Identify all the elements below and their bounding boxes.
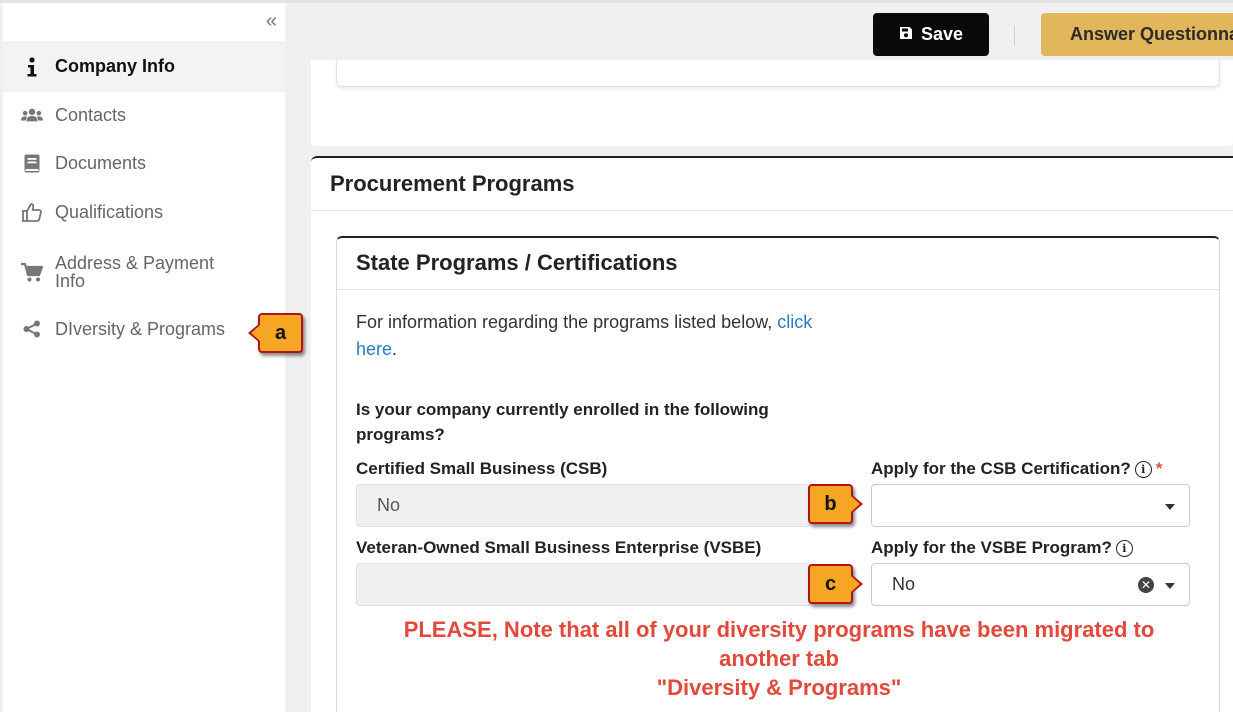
sidebar-item-contacts[interactable]: Contacts [3, 92, 285, 138]
thumbs-up-icon [21, 202, 43, 222]
procurement-programs-panel: Procurement Programs State Programs / Ce… [311, 156, 1233, 712]
sidebar-item-label: Contacts [55, 104, 127, 125]
previous-section-card [311, 60, 1233, 146]
enrollment-question: Is your company currently enrolled in th… [356, 400, 769, 444]
collapse-sidebar-icon[interactable]: « [266, 11, 277, 31]
divider [337, 289, 1219, 290]
programs-info-text: For information regarding the programs l… [356, 312, 813, 359]
section-title: Procurement Programs [330, 171, 575, 196]
vsbe-value-field [356, 563, 811, 606]
vsbe-apply-select[interactable]: No ✕ [871, 563, 1190, 606]
book-icon [21, 154, 43, 173]
divider [311, 210, 1233, 211]
info-icon[interactable]: i [1115, 539, 1133, 557]
answer-questionnaire-button[interactable]: Answer Questionnaire [1041, 13, 1233, 56]
callout-b: b [808, 484, 863, 524]
action-bar: Save Answer Questionnaire [285, 3, 1233, 68]
chevron-down-icon[interactable] [1165, 582, 1175, 589]
sidebar-item-label: DIversity & Programs [55, 318, 226, 339]
sidebar-item-label: Qualifications [55, 201, 164, 222]
csb-apply-label: Apply for the CSB Certification? i * [871, 459, 1163, 478]
callout-c: c [808, 564, 863, 604]
clear-icon[interactable]: ✕ [1138, 576, 1154, 593]
vsbe-label: Veteran-Owned Small Business Enterprise … [356, 538, 762, 557]
chevron-down-icon[interactable] [1165, 503, 1175, 510]
csb-label: Certified Small Business (CSB) [356, 459, 608, 478]
required-marker: * [1155, 459, 1163, 478]
cart-icon [21, 262, 43, 282]
share-icon [21, 320, 43, 338]
sidebar-item-label: Documents [55, 152, 147, 173]
info-icon [21, 56, 43, 77]
sidebar-item-label: Company Info [55, 56, 175, 76]
floppy-disk-icon [899, 24, 913, 45]
sidebar-item-company-info[interactable]: Company Info [3, 41, 285, 92]
sidebar: « Company Info Contacts Documents Qualif… [3, 3, 285, 712]
sidebar-item-documents[interactable]: Documents [3, 140, 285, 186]
sidebar-item-address-payment[interactable]: Address & Payment Info [3, 250, 285, 294]
sidebar-item-label: Address & Payment Info [55, 253, 215, 291]
previous-section-inner [336, 60, 1220, 87]
callout-a: a [248, 313, 303, 353]
vsbe-apply-label: Apply for the VSBE Program? i [871, 538, 1133, 558]
save-button[interactable]: Save [873, 13, 989, 56]
toolbar-divider [1014, 25, 1015, 45]
users-icon [21, 107, 43, 123]
card-title: State Programs / Certifications [356, 250, 678, 275]
info-icon[interactable]: i [1134, 460, 1152, 478]
state-programs-card: State Programs / Certifications For info… [336, 236, 1220, 712]
csb-apply-select[interactable] [871, 484, 1190, 527]
sidebar-item-diversity-programs[interactable]: DIversity & Programs [3, 306, 285, 352]
migration-notice: PLEASE, Note that all of your diversity … [403, 617, 1155, 700]
csb-value-field: No [356, 484, 811, 527]
sidebar-item-qualifications[interactable]: Qualifications [3, 189, 285, 235]
